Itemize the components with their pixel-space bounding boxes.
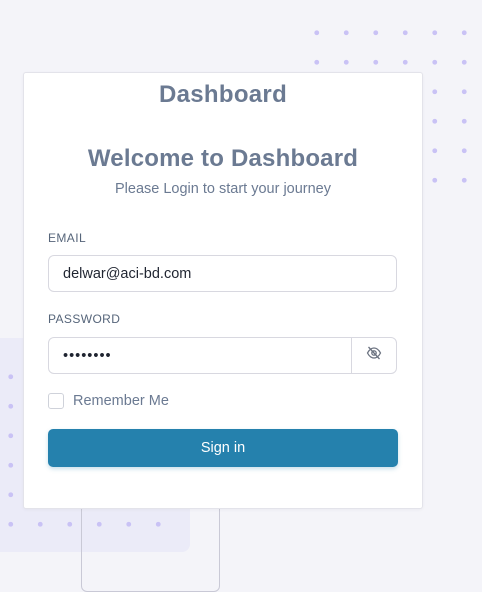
eye-slash-icon xyxy=(366,346,382,365)
page-title: Welcome to Dashboard xyxy=(87,145,359,172)
remember-me: Remember Me xyxy=(48,393,169,409)
email-field-wrapper xyxy=(48,255,397,292)
password-field[interactable] xyxy=(49,338,351,373)
brand-title: Dashboard xyxy=(158,81,288,108)
email-label: EMAIL xyxy=(48,231,87,245)
password-field-wrapper xyxy=(48,337,397,374)
page-subtitle: Please Login to start your journey xyxy=(114,181,331,197)
remember-me-label[interactable]: Remember Me xyxy=(73,393,169,409)
remember-me-checkbox[interactable] xyxy=(48,393,64,409)
email-field[interactable] xyxy=(49,256,396,291)
login-card: Dashboard Welcome to Dashboard Please Lo… xyxy=(23,72,423,509)
password-label: PASSWORD xyxy=(48,312,121,326)
toggle-password-button[interactable] xyxy=(351,338,396,373)
sign-in-button[interactable]: Sign in xyxy=(48,429,398,467)
